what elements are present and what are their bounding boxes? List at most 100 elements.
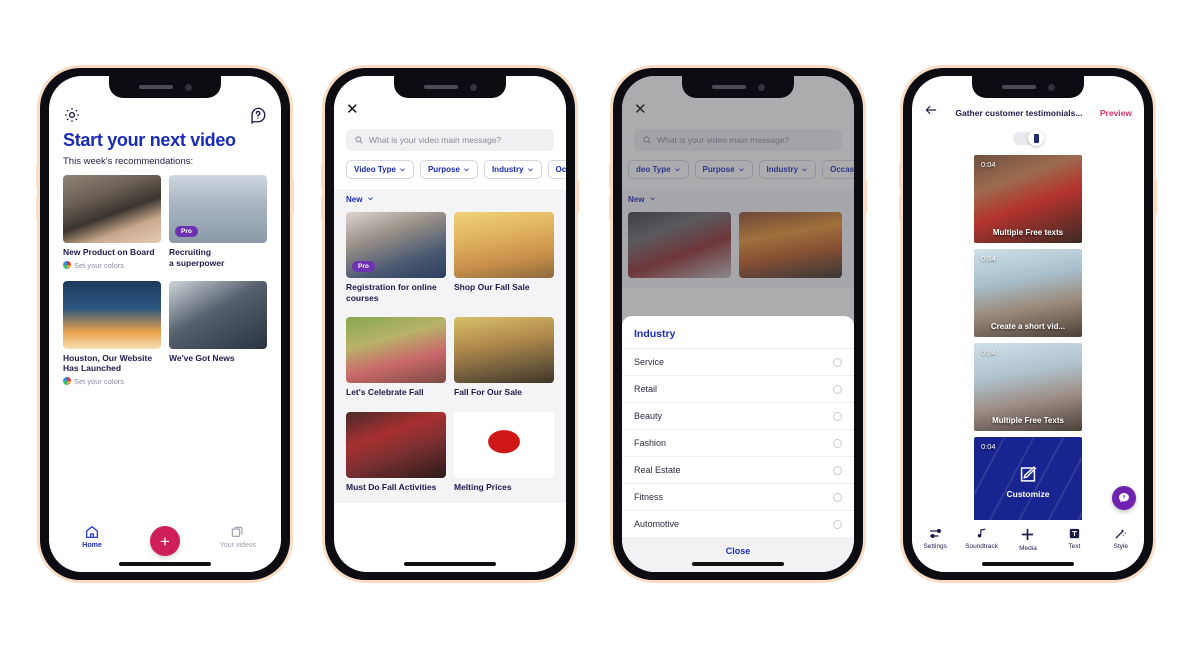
card-title: Recruiting a superpower (169, 247, 225, 268)
phone-volume-down-button[interactable] (609, 196, 612, 220)
tool-settings[interactable]: Settings (914, 526, 956, 550)
tool-label: Soundtrack (965, 543, 999, 550)
tool-label: Text (1068, 543, 1081, 550)
industry-option-service[interactable]: Service (622, 348, 854, 375)
card-thumbnail[interactable] (169, 280, 267, 349)
industry-option-automotive[interactable]: Automotive (622, 510, 854, 537)
radio-icon[interactable] (833, 519, 842, 529)
card-thumbnail[interactable]: Pro (169, 175, 267, 243)
template-card[interactable]: Melting Prices (454, 411, 554, 493)
phone-volume-up-button[interactable] (899, 164, 902, 188)
card-thumbnail[interactable]: Pro (346, 212, 446, 278)
card-title: Shop Our Fall Sale (454, 282, 530, 292)
template-card[interactable]: Fall For Our Sale (454, 317, 554, 398)
radio-icon[interactable] (833, 411, 842, 421)
scene-duration: 0:04 (981, 442, 996, 451)
template-card[interactable]: Shop Our Fall Sale (454, 212, 554, 303)
filter-chip-purpose[interactable]: Purpose (419, 160, 478, 179)
phone-power-button[interactable] (291, 180, 294, 214)
phone-volume-down-button[interactable] (899, 196, 902, 220)
nav-item-your-videos[interactable]: Your videos (210, 524, 266, 549)
radio-icon[interactable] (833, 384, 842, 394)
card-thumbnail[interactable] (346, 411, 446, 478)
radio-icon[interactable] (833, 438, 842, 448)
industry-option-beauty[interactable]: Beauty (622, 402, 854, 429)
sliders-icon (929, 529, 941, 539)
phone-power-button[interactable] (1154, 180, 1157, 214)
option-label: Service (634, 357, 665, 367)
set-your-colors-row[interactable]: Set your colors (63, 377, 161, 386)
phone-power-button[interactable] (576, 180, 579, 214)
phone-volume-up-button[interactable] (609, 164, 612, 188)
scene-list: 0:04 Multiple Free texts 0:04 Create a s… (912, 145, 1144, 525)
recommendation-card[interactable]: Houston, Our Website Has Launched Set yo… (63, 280, 161, 386)
option-label: Real Estate (634, 465, 681, 475)
tool-label: Media (1019, 545, 1037, 552)
scene-customize-card[interactable]: 0:04 Customize (974, 437, 1082, 525)
card-thumbnail[interactable] (63, 280, 161, 349)
nav-item-create[interactable]: + (150, 524, 180, 556)
create-video-fab[interactable]: + (150, 526, 180, 556)
close-sheet-button[interactable]: Close (622, 537, 854, 572)
chip-label: Purpose (427, 165, 460, 174)
scene-thumbnail[interactable]: 0:04 Create a short vid... (974, 249, 1082, 337)
radio-icon[interactable] (833, 357, 842, 367)
recommendation-card[interactable]: We've Got News (169, 280, 267, 386)
phone-power-button[interactable] (864, 180, 867, 214)
home-indicator (404, 562, 496, 566)
tool-text[interactable]: Text (1053, 526, 1095, 550)
home-indicator (119, 562, 211, 566)
phone-notch (109, 76, 221, 98)
template-card[interactable]: Pro Registration for online courses (346, 212, 446, 303)
phone-volume-up-button[interactable] (321, 164, 324, 188)
radio-icon[interactable] (833, 492, 842, 502)
help-chat-icon[interactable] (1112, 486, 1136, 510)
card-title: Melting Prices (454, 481, 512, 492)
preview-button[interactable]: Preview (1100, 108, 1132, 118)
tool-soundtrack[interactable]: Soundtrack (961, 526, 1003, 550)
phone-mockup-industry-filter: ✕ What is your video main message? deo T… (609, 68, 867, 580)
scene-thumbnail[interactable]: 0:04 Multiple Free texts (974, 155, 1082, 243)
notch-speaker (1001, 85, 1036, 89)
scene-thumbnail[interactable]: 0:04 Multiple Free Texts (974, 343, 1082, 431)
phone-volume-up-button[interactable] (36, 164, 39, 188)
help-circle-icon[interactable] (249, 106, 267, 125)
industry-option-retail[interactable]: Retail (622, 375, 854, 402)
recommendation-card[interactable]: New Product on Board Set your colors (63, 175, 161, 270)
toggle-knob[interactable] (1028, 130, 1044, 146)
sort-control[interactable]: New (334, 189, 566, 208)
template-card[interactable]: Must Do Fall Activities (346, 411, 446, 493)
chevron-down-icon (527, 168, 533, 172)
orientation-toggle[interactable] (1013, 130, 1044, 146)
industry-option-real-estate[interactable]: Real Estate (622, 456, 854, 483)
filter-chip-occasion[interactable]: Occasion (547, 160, 566, 179)
phone-mockup-browse: ✕ What is your video main message? Video… (321, 68, 579, 580)
tool-media[interactable]: Media (1007, 526, 1049, 552)
notch-camera (1047, 83, 1055, 91)
card-thumbnail[interactable] (346, 317, 446, 384)
card-thumbnail[interactable] (454, 212, 554, 278)
industry-option-fitness[interactable]: Fitness (622, 483, 854, 510)
search-bar[interactable]: What is your video main message? (346, 129, 554, 151)
card-thumbnail[interactable] (454, 411, 554, 478)
radio-icon[interactable] (833, 465, 842, 475)
set-your-colors-row[interactable]: Set your colors (63, 261, 161, 270)
industry-option-fashion[interactable]: Fashion (622, 429, 854, 456)
card-thumbnail[interactable] (63, 175, 161, 243)
card-thumbnail[interactable] (454, 317, 554, 384)
filter-chip-industry[interactable]: Industry (483, 160, 542, 179)
filter-chip-video-type[interactable]: Video Type (346, 160, 414, 179)
plus-icon (1022, 528, 1034, 541)
arrow-left-icon[interactable] (924, 103, 938, 122)
phone-notch (682, 76, 794, 98)
notch-camera (184, 83, 192, 91)
gear-icon[interactable] (63, 106, 81, 124)
close-icon[interactable]: ✕ (346, 102, 554, 117)
nav-item-home[interactable]: Home (64, 524, 120, 549)
recommendation-card[interactable]: Pro Recruiting a superpower (169, 175, 267, 270)
notch-speaker (423, 85, 458, 89)
template-card[interactable]: Let's Celebrate Fall (346, 317, 446, 398)
phone-volume-down-button[interactable] (36, 196, 39, 220)
phone-volume-down-button[interactable] (321, 196, 324, 220)
tool-style[interactable]: Style (1100, 526, 1142, 550)
